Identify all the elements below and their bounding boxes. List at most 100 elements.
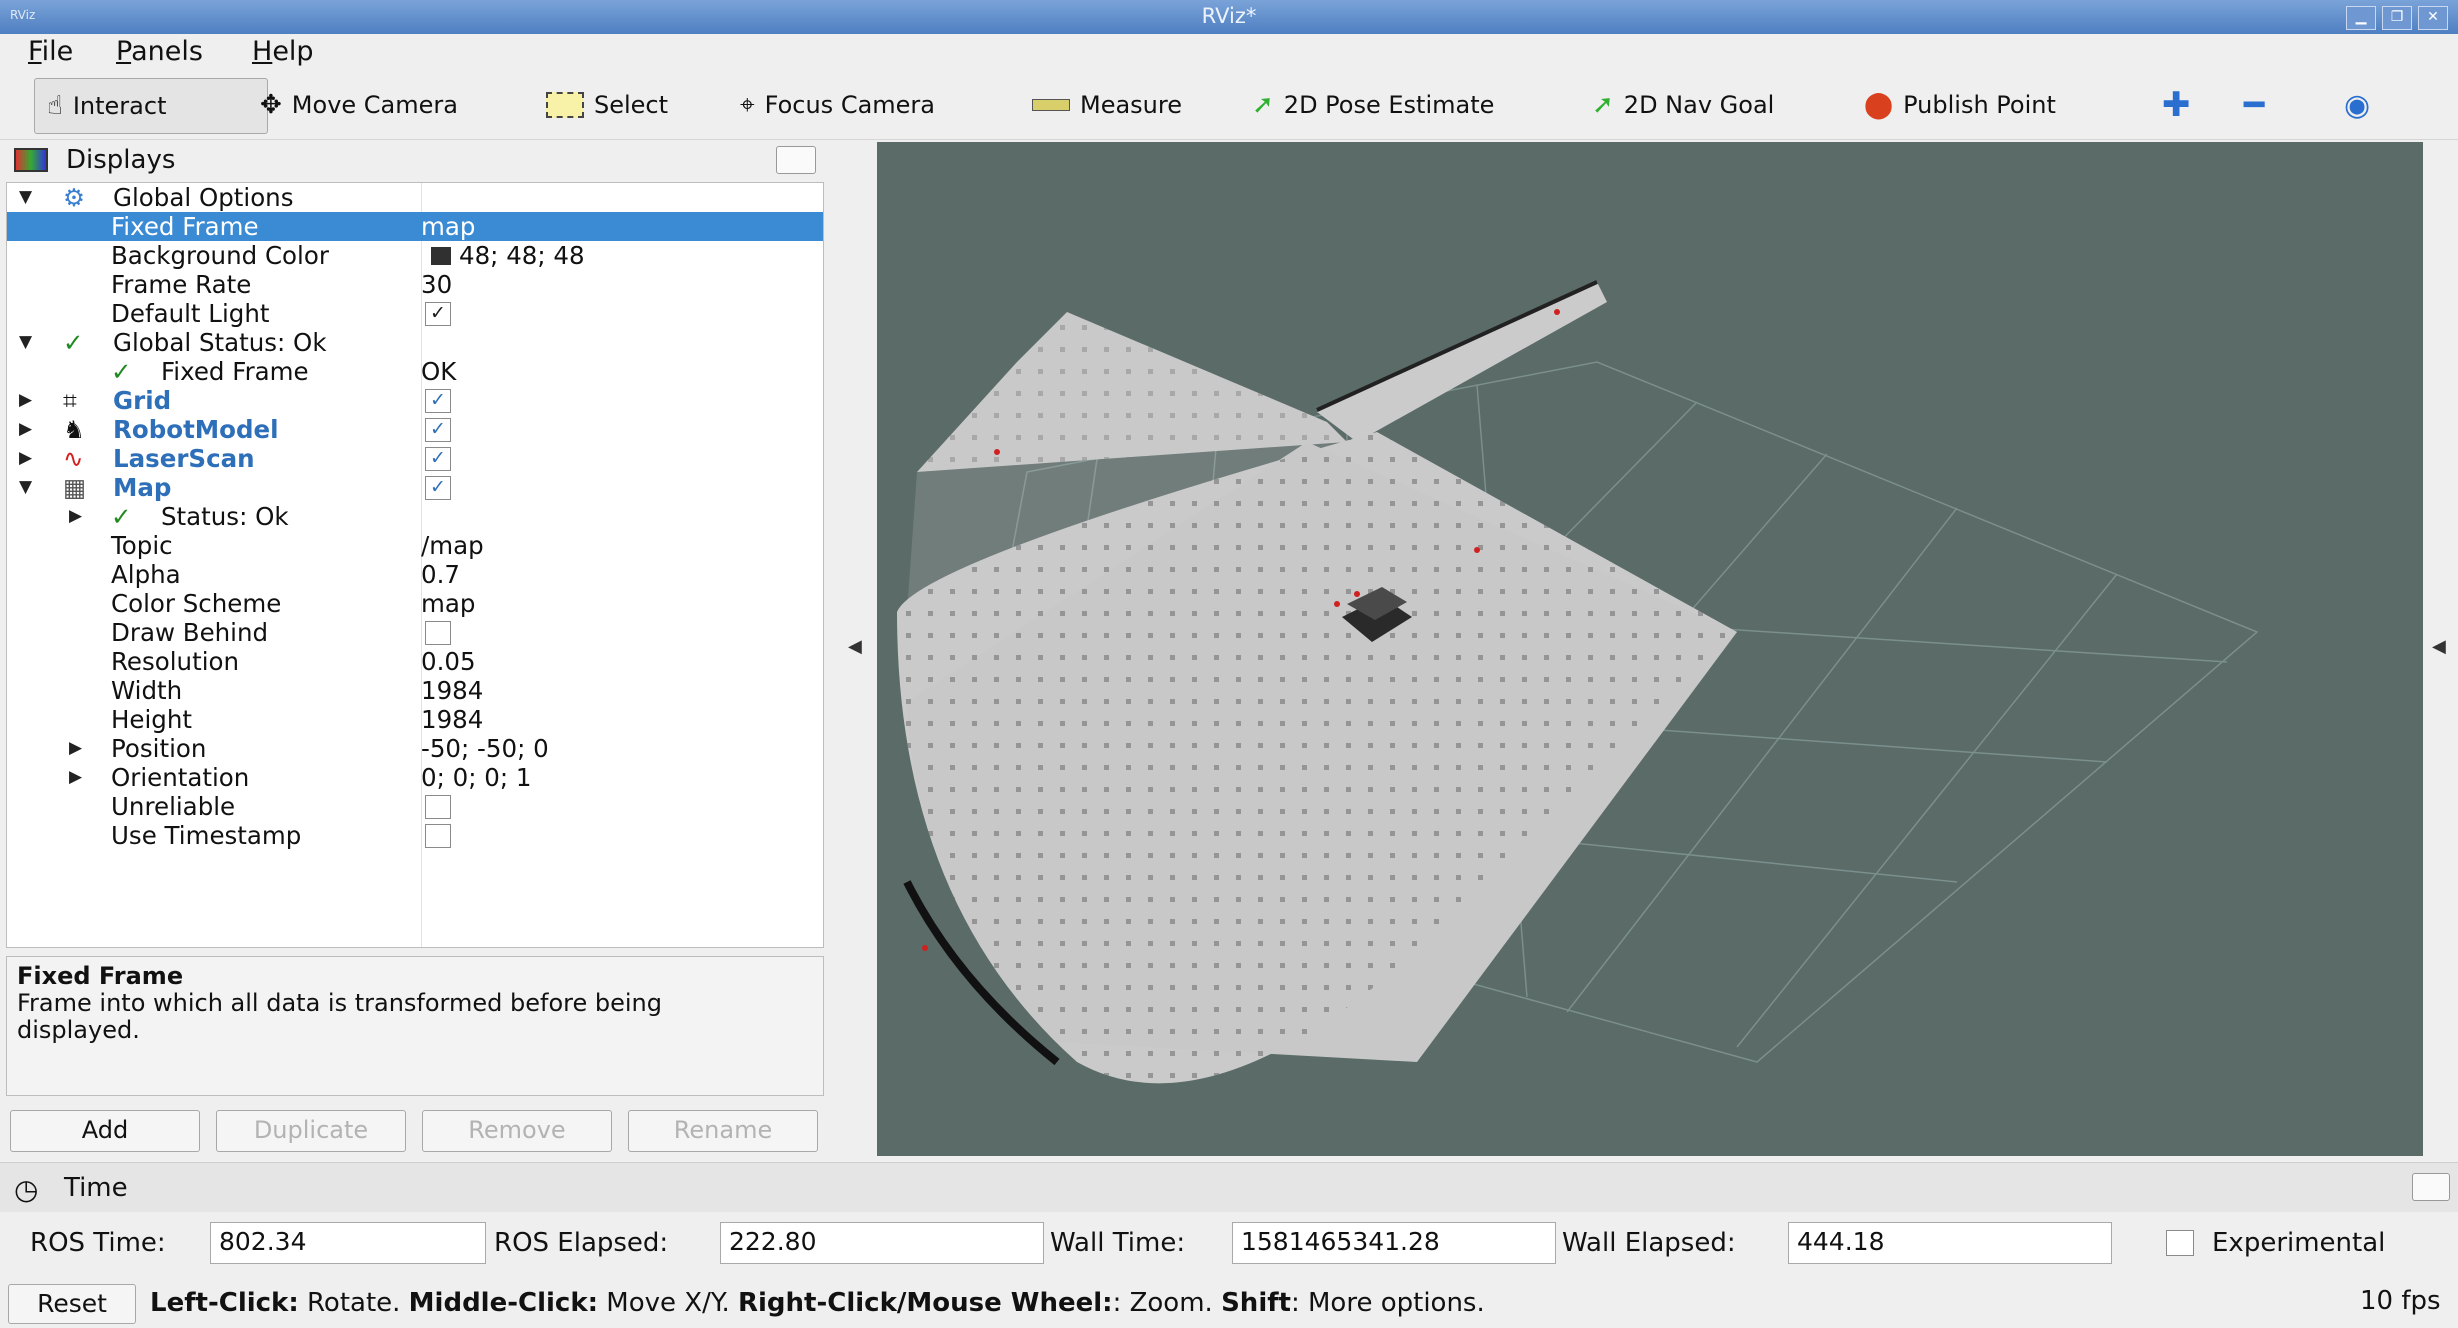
tree-row-topic[interactable]: Topic /map [7, 531, 823, 560]
wall-elapsed-field[interactable]: 444.18 [1788, 1222, 2112, 1264]
tree-row-global-status[interactable]: ▼ ✓ Global Status: Ok [7, 328, 823, 357]
expand-arrow-icon[interactable]: ▼ [19, 328, 32, 357]
experimental-checkbox[interactable] [2166, 1230, 2194, 1256]
tree-row-orientation[interactable]: ▶ Orientation 0; 0; 0; 1 [7, 763, 823, 792]
map-render [897, 280, 2259, 1084]
menu-help[interactable]: Help [246, 36, 320, 67]
tree-row-fixed-frame[interactable]: Fixed Frame map [7, 212, 823, 241]
tree-row-unreliable[interactable]: Unreliable [7, 792, 823, 821]
window-title: RViz* [1201, 4, 1257, 28]
robot-model-checkbox[interactable]: ✓ [425, 418, 451, 442]
panel-float-button[interactable] [2412, 1173, 2450, 1201]
remove-tool-minus-icon[interactable]: ━ [2232, 78, 2276, 132]
monitor-icon [14, 148, 48, 172]
splitter-left-arrow-icon[interactable]: ◀ [2432, 636, 2446, 657]
default-light-checkbox[interactable]: ✓ [425, 302, 451, 326]
ros-time-label: ROS Time: [30, 1228, 166, 1258]
menu-file[interactable]: File [22, 36, 79, 67]
checkmark-icon: ✓ [111, 357, 132, 386]
reset-button[interactable]: Reset [8, 1284, 136, 1324]
map-corridor [1317, 282, 1607, 442]
duplicate-button[interactable]: Duplicate [216, 1110, 406, 1152]
tree-row-background-color[interactable]: Background Color 48; 48; 48 [7, 241, 823, 270]
unreliable-checkbox[interactable] [425, 795, 451, 819]
time-title: Time [64, 1173, 128, 1203]
robot-icon: ♞ [63, 415, 85, 444]
collapse-arrow-icon[interactable]: ▶ [19, 386, 32, 415]
status-bar: Reset Left-Click: Rotate. Middle-Click: … [0, 1280, 2458, 1328]
title-bar: RViz RViz* ▁ ❐ ✕ [0, 0, 2458, 34]
tree-row-global-options[interactable]: ▼ ⚙ Global Options [7, 183, 823, 212]
eye-icon[interactable]: ◉ [2332, 78, 2382, 132]
focus-crosshair-icon: ⌖ [740, 89, 755, 120]
tree-row-robot-model[interactable]: ▶ ♞ RobotModel ✓ [7, 415, 823, 444]
select-rectangle-icon [546, 92, 584, 118]
select-tool[interactable]: Select [534, 78, 680, 132]
remove-button[interactable]: Remove [422, 1110, 612, 1152]
move-camera-tool[interactable]: ✥ Move Camera [248, 78, 470, 132]
collapse-arrow-icon[interactable]: ▶ [19, 444, 32, 473]
collapse-arrow-icon[interactable]: ▶ [69, 734, 82, 763]
rename-button[interactable]: Rename [628, 1110, 818, 1152]
focus-camera-tool[interactable]: ⌖ Focus Camera [728, 78, 947, 132]
add-tool-plus-icon[interactable]: ✚ [2150, 78, 2203, 132]
add-button[interactable]: Add [10, 1110, 200, 1152]
toolbar: ☝ Interact ✥ Move Camera Select ⌖ Focus Cam… [0, 70, 2458, 140]
collapse-arrow-icon[interactable]: ▶ [69, 763, 82, 792]
color-swatch[interactable] [431, 247, 451, 265]
description-text: Frame into which all data is transformed… [17, 989, 662, 1044]
tree-row-map-status[interactable]: ▶ ✓ Status: Ok [7, 502, 823, 531]
pose-estimate-tool[interactable]: ➚ 2D Pose Estimate [1240, 78, 1506, 132]
displays-title: Displays [66, 145, 176, 175]
tree-row-position[interactable]: ▶ Position -50; -50; 0 [7, 734, 823, 763]
publish-point-tool[interactable]: ⬤ Publish Point [1852, 78, 2068, 132]
splitter-left-arrow-icon[interactable]: ◀ [848, 636, 862, 657]
measure-tool[interactable]: Measure [1020, 78, 1194, 132]
checkmark-icon: ✓ [63, 328, 84, 357]
panel-float-button[interactable] [776, 146, 816, 174]
map-grid-icon: ▦ [63, 473, 87, 502]
tree-row-use-timestamp[interactable]: Use Timestamp [7, 821, 823, 850]
tree-row-frame-rate[interactable]: Frame Rate 30 [7, 270, 823, 299]
ros-time-field[interactable]: 802.34 [210, 1222, 486, 1264]
grid-checkbox[interactable]: ✓ [425, 389, 451, 413]
displays-header: Displays [6, 140, 824, 180]
tree-row-status-fixed-frame[interactable]: ✓ Fixed Frame OK [7, 357, 823, 386]
close-button[interactable]: ✕ [2418, 6, 2448, 30]
tree-row-default-light[interactable]: Default Light ✓ [7, 299, 823, 328]
tree-row-resolution[interactable]: Resolution 0.05 [7, 647, 823, 676]
grid-icon: ⌗ [63, 386, 77, 415]
menu-bar: File Panels Help [0, 34, 2458, 70]
map-pin-icon: ⬤ [1864, 90, 1894, 120]
ros-elapsed-field[interactable]: 222.80 [720, 1222, 1044, 1264]
checkmark-icon: ✓ [111, 502, 132, 531]
wall-elapsed-label: Wall Elapsed: [1562, 1228, 1736, 1258]
tree-row-alpha[interactable]: Alpha 0.7 [7, 560, 823, 589]
wall-time-field[interactable]: 1581465341.28 [1232, 1222, 1556, 1264]
displays-tree: ▼ ⚙ Global Options Fixed Frame map Backg… [6, 182, 824, 948]
tree-row-laser-scan[interactable]: ▶ ∿ LaserScan ✓ [7, 444, 823, 473]
fps-readout: 10 fps [2360, 1286, 2441, 1316]
render-view[interactable] [877, 142, 2423, 1156]
wall-time-label: Wall Time: [1050, 1228, 1186, 1258]
expand-arrow-icon[interactable]: ▼ [19, 473, 32, 502]
restore-button[interactable]: ❐ [2382, 6, 2412, 30]
map-checkbox[interactable]: ✓ [425, 476, 451, 500]
draw-behind-checkbox[interactable] [425, 621, 451, 645]
interact-tool[interactable]: ☝ Interact [34, 78, 268, 134]
tree-row-color-scheme[interactable]: Color Scheme map [7, 589, 823, 618]
laser-scan-checkbox[interactable]: ✓ [425, 447, 451, 471]
clock-icon: ◷ [14, 1173, 39, 1206]
menu-panels[interactable]: Panels [110, 36, 209, 67]
tree-row-width[interactable]: Width 1984 [7, 676, 823, 705]
tree-row-draw-behind[interactable]: Draw Behind [7, 618, 823, 647]
nav-goal-tool[interactable]: ➚ 2D Nav Goal [1580, 78, 1786, 132]
collapse-arrow-icon[interactable]: ▶ [69, 502, 82, 531]
use-timestamp-checkbox[interactable] [425, 824, 451, 848]
tree-row-map[interactable]: ▼ ▦ Map ✓ [7, 473, 823, 502]
tree-row-height[interactable]: Height 1984 [7, 705, 823, 734]
minimize-button[interactable]: ▁ [2346, 6, 2376, 30]
expand-arrow-icon[interactable]: ▼ [19, 183, 32, 212]
tree-row-grid[interactable]: ▶ ⌗ Grid ✓ [7, 386, 823, 415]
collapse-arrow-icon[interactable]: ▶ [19, 415, 32, 444]
